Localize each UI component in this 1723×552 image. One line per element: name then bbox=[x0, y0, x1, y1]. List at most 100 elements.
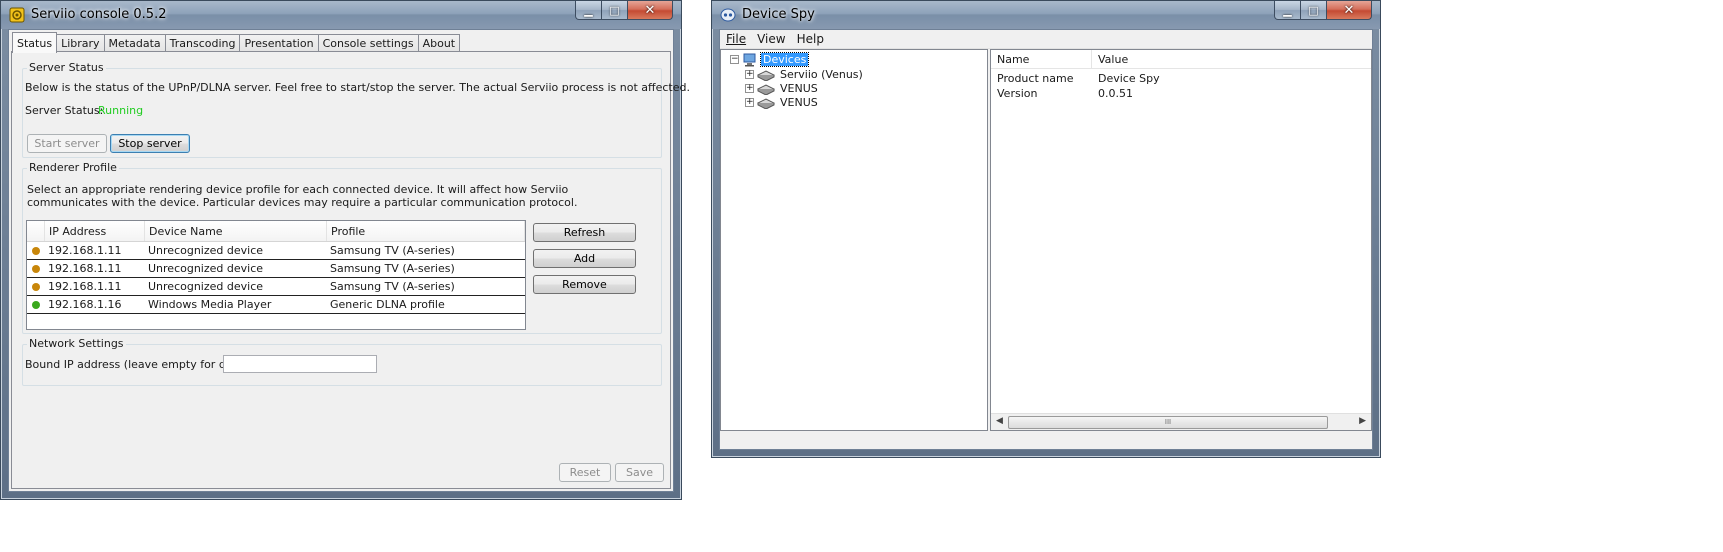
refresh-button[interactable]: Refresh bbox=[533, 223, 636, 242]
scroll-thumb[interactable]: III bbox=[1008, 416, 1328, 429]
property-name: Product name bbox=[997, 72, 1074, 85]
properties-list[interactable]: Name Value Product name Device Spy Versi… bbox=[990, 49, 1372, 431]
tree-item[interactable]: + Serviio (Venus) bbox=[745, 67, 865, 82]
reset-button[interactable]: Reset bbox=[559, 463, 611, 482]
device-icon bbox=[757, 83, 775, 95]
renderer-profile-group-title: Renderer Profile bbox=[27, 161, 119, 174]
property-value: 0.0.51 bbox=[1098, 87, 1133, 100]
maximize-button[interactable]: □ bbox=[602, 1, 628, 20]
collapse-icon[interactable]: − bbox=[730, 55, 739, 64]
tree-root[interactable]: − Devices bbox=[730, 52, 810, 67]
row-device: Windows Media Player bbox=[148, 298, 272, 311]
table-row[interactable]: 192.168.1.16 Windows Media Player Generi… bbox=[27, 296, 525, 314]
device-spy-app-icon bbox=[720, 8, 736, 22]
tab-console-settings[interactable]: Console settings bbox=[317, 34, 419, 52]
tree-item[interactable]: + VENUS bbox=[745, 81, 820, 96]
maximize-button[interactable]: □ bbox=[1301, 1, 1327, 20]
expand-icon[interactable]: + bbox=[745, 70, 754, 79]
device-status-icon bbox=[32, 264, 40, 273]
row-profile[interactable]: Samsung TV (A-series) bbox=[328, 244, 455, 257]
server-status-group-title: Server Status bbox=[27, 61, 106, 74]
status-bar bbox=[720, 431, 1372, 449]
properties-header: Name Value bbox=[991, 50, 1371, 69]
device-icon bbox=[757, 69, 775, 81]
tree-root-label[interactable]: Devices bbox=[759, 52, 810, 67]
table-row[interactable]: 192.168.1.11 Unrecognized device Samsung… bbox=[27, 278, 525, 296]
window-title: Device Spy bbox=[742, 7, 815, 22]
row-ip: 192.168.1.11 bbox=[48, 280, 122, 293]
server-status-label: Server Status: bbox=[25, 104, 104, 117]
table-row[interactable]: 192.168.1.11 Unrecognized device Samsung… bbox=[27, 260, 525, 278]
server-status-value: Running bbox=[98, 104, 144, 117]
tab-strip: Status Library Metadata Transcoding Pres… bbox=[12, 32, 461, 53]
renderer-table: IP Address Device Name Profile 192.168.1… bbox=[26, 220, 526, 330]
horizontal-scrollbar[interactable]: ◀ III ▶ bbox=[991, 413, 1371, 430]
save-button[interactable]: Save bbox=[615, 463, 664, 482]
value-column-header[interactable]: Value bbox=[1092, 50, 1371, 68]
menu-help[interactable]: Help bbox=[797, 32, 824, 46]
serviio-console-window: Serviio console 0.5.2 ▁ □ ✕ Status Libra… bbox=[0, 0, 690, 500]
network-devices-icon bbox=[743, 53, 756, 66]
property-row[interactable]: Version 0.0.51 bbox=[991, 86, 1371, 101]
row-profile[interactable]: Samsung TV (A-series) bbox=[328, 262, 455, 275]
device-icon bbox=[757, 97, 775, 109]
row-ip: 192.168.1.16 bbox=[48, 298, 122, 311]
row-device: Unrecognized device bbox=[148, 280, 264, 293]
ip-address-column-header[interactable]: IP Address bbox=[45, 221, 145, 241]
device-status-icon bbox=[32, 246, 40, 255]
window-controls: ▁ □ ✕ bbox=[575, 1, 673, 21]
tree-item-label[interactable]: Serviio (Venus) bbox=[778, 68, 865, 81]
menu-bar: File View Help bbox=[720, 30, 1372, 49]
title-bar[interactable]: Device Spy ▁ □ ✕ bbox=[712, 1, 1380, 29]
status-tab-panel: Server Status Below is the status of the… bbox=[11, 51, 690, 489]
property-value: Device Spy bbox=[1098, 72, 1160, 85]
device-status-icon bbox=[32, 300, 40, 309]
row-device: Unrecognized device bbox=[148, 244, 264, 257]
minimize-button[interactable]: ▁ bbox=[575, 1, 602, 20]
server-status-description: Below is the status of the UPnP/DLNA ser… bbox=[25, 81, 690, 94]
device-spy-window: Device Spy ▁ □ ✕ File View Help − Device… bbox=[711, 0, 1381, 458]
add-button[interactable]: Add bbox=[533, 249, 636, 268]
expand-icon[interactable]: + bbox=[745, 98, 754, 107]
device-tree[interactable]: − Devices + Serviio (Venus) + VENUS + VE… bbox=[720, 49, 988, 431]
title-bar[interactable]: Serviio console 0.5.2 ▁ □ ✕ bbox=[1, 1, 681, 29]
tree-item-label[interactable]: VENUS bbox=[778, 82, 820, 95]
name-column-header[interactable]: Name bbox=[991, 50, 1092, 68]
tab-metadata[interactable]: Metadata bbox=[103, 34, 166, 52]
renderer-profile-description: Select an appropriate rendering device p… bbox=[27, 183, 578, 209]
network-settings-group-title: Network Settings bbox=[27, 337, 126, 350]
start-server-button[interactable]: Start server bbox=[27, 134, 107, 153]
stop-server-button[interactable]: Stop server bbox=[110, 134, 190, 153]
close-button[interactable]: ✕ bbox=[1327, 1, 1372, 20]
bound-ip-input[interactable] bbox=[223, 355, 377, 373]
row-ip: 192.168.1.11 bbox=[48, 262, 122, 275]
close-button[interactable]: ✕ bbox=[628, 1, 673, 20]
property-row[interactable]: Product name Device Spy bbox=[991, 71, 1371, 86]
table-header: IP Address Device Name Profile bbox=[27, 221, 525, 242]
remove-button[interactable]: Remove bbox=[533, 275, 636, 294]
tree-item[interactable]: + VENUS bbox=[745, 95, 820, 110]
scroll-left-icon[interactable]: ◀ bbox=[996, 416, 1003, 426]
window-title: Serviio console 0.5.2 bbox=[31, 7, 167, 22]
table-row[interactable]: 192.168.1.11 Unrecognized device Samsung… bbox=[27, 242, 525, 260]
menu-file[interactable]: File bbox=[726, 32, 746, 46]
device-name-column-header[interactable]: Device Name bbox=[145, 221, 327, 241]
tab-transcoding[interactable]: Transcoding bbox=[164, 34, 241, 52]
expand-icon[interactable]: + bbox=[745, 84, 754, 93]
row-profile[interactable]: Generic DLNA profile bbox=[328, 298, 445, 311]
tree-item-label[interactable]: VENUS bbox=[778, 96, 820, 109]
profile-column-header[interactable]: Profile bbox=[327, 221, 525, 241]
minimize-button[interactable]: ▁ bbox=[1274, 1, 1301, 20]
scroll-right-icon[interactable]: ▶ bbox=[1359, 416, 1366, 426]
window-controls: ▁ □ ✕ bbox=[1274, 1, 1372, 21]
tab-presentation[interactable]: Presentation bbox=[239, 34, 319, 52]
tab-status[interactable]: Status bbox=[12, 32, 58, 53]
tab-library[interactable]: Library bbox=[56, 34, 105, 52]
device-status-icon bbox=[32, 282, 40, 291]
row-device: Unrecognized device bbox=[148, 262, 264, 275]
row-ip: 192.168.1.11 bbox=[48, 244, 122, 257]
tab-about[interactable]: About bbox=[417, 34, 461, 52]
menu-view[interactable]: View bbox=[757, 32, 785, 46]
row-profile[interactable]: Samsung TV (A-series) bbox=[328, 280, 455, 293]
status-column-header[interactable] bbox=[27, 221, 45, 241]
